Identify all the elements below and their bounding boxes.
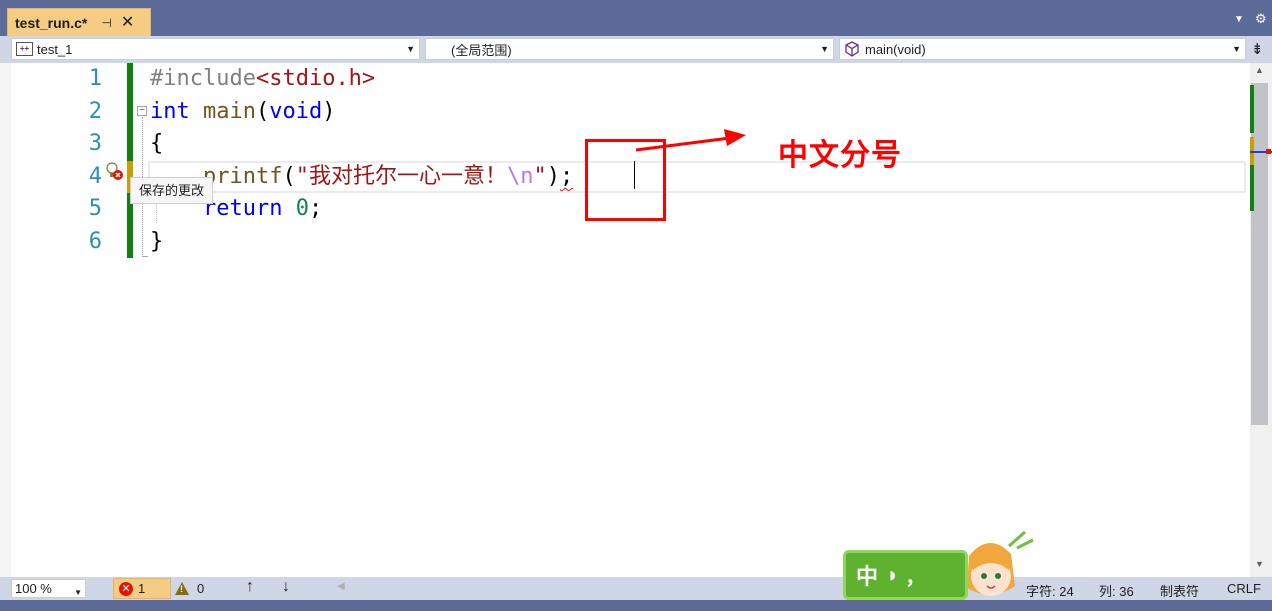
editor-status-bar: 100 % ▼ ✕ 1 ! 0 ↑ ↓ ◀ 字符: 24 列: 36 制表符 C… xyxy=(0,577,1272,600)
previous-issue-arrow-up-icon[interactable]: ↑ xyxy=(246,578,254,596)
document-tab-strip: test_run.c* ⊣ ✕ ▼ ⚙ xyxy=(0,0,1272,36)
chevron-down-icon: ▼ xyxy=(74,588,82,597)
next-issue-arrow-down-icon[interactable]: ↓ xyxy=(282,578,290,596)
warning-count-button[interactable]: ! 0 xyxy=(175,578,204,599)
project-icon: ++ xyxy=(16,42,33,56)
saved-change-marker xyxy=(1250,165,1254,211)
chevron-down-icon: ▼ xyxy=(820,44,829,54)
project-dropdown[interactable]: ++ test_1 ▼ xyxy=(11,38,420,60)
scroll-left-icon[interactable]: ◀ xyxy=(337,581,345,592)
chevron-down-icon: ▼ xyxy=(406,44,415,54)
ime-status-box[interactable]: 中 ◗ ， xyxy=(843,550,968,600)
error-count: 1 xyxy=(138,581,146,596)
project-name: test_1 xyxy=(37,41,73,57)
error-icon: ✕ xyxy=(119,581,133,596)
chevron-down-icon: ▼ xyxy=(1232,44,1241,54)
function-name: main(void) xyxy=(865,41,926,57)
scroll-up-icon[interactable]: ▲ xyxy=(1255,65,1264,75)
tab-overflow-dropdown-icon[interactable]: ▼ xyxy=(1234,14,1244,25)
saved-change-marker xyxy=(1250,85,1254,133)
indentation-mode[interactable]: 制表符 xyxy=(1160,581,1199,600)
close-icon[interactable]: ✕ xyxy=(121,14,134,31)
navigation-bar: ++ test_1 ▼ (全局范围) ▼ main(void) ▼ ⇟ xyxy=(0,36,1272,63)
zoom-level: 100 % xyxy=(15,581,52,596)
scope-dropdown[interactable]: (全局范围) ▼ xyxy=(425,38,834,60)
error-marker xyxy=(1266,149,1271,154)
ime-punctuation-label[interactable]: ， xyxy=(905,561,925,590)
column-position: 列: 36 xyxy=(1099,584,1134,599)
line-ending[interactable]: CRLF xyxy=(1227,581,1261,596)
scope-name: (全局范围) xyxy=(451,42,512,58)
warning-count: 0 xyxy=(197,581,205,596)
ime-mode-label: 中 xyxy=(856,564,879,589)
split-window-icon[interactable]: ⇟ xyxy=(1251,40,1264,58)
code-editor[interactable]: 1 2 3 4 5 6 − #include<stdio.h> int main… xyxy=(0,63,1250,577)
half-width-moon-icon[interactable]: ◗ xyxy=(886,562,899,588)
zoom-dropdown[interactable]: 100 % ▼ xyxy=(11,579,86,598)
method-cube-icon xyxy=(845,41,859,57)
tab-title: test_run.c* xyxy=(15,14,88,31)
scrollbar-thumb[interactable] xyxy=(1251,83,1268,425)
annotation-arrow xyxy=(635,129,746,152)
scroll-down-icon[interactable]: ▼ xyxy=(1255,559,1264,569)
error-count-button[interactable]: ✕ 1 xyxy=(113,578,171,599)
function-dropdown[interactable]: main(void) ▼ xyxy=(839,38,1246,60)
gear-icon[interactable]: ⚙ xyxy=(1255,11,1267,27)
ime-toolbar[interactable]: 中 ◗ ， xyxy=(843,526,1034,606)
window-bottom-band xyxy=(0,600,1272,611)
annotation-label: 中文分号 xyxy=(778,138,902,173)
pin-icon[interactable]: ⊣ xyxy=(101,16,111,30)
tab-test-run-c[interactable]: test_run.c* ⊣ ✕ xyxy=(7,8,151,36)
warning-icon: ! xyxy=(175,582,189,595)
vertical-scrollbar[interactable]: ▲ ▼ xyxy=(1250,63,1272,577)
